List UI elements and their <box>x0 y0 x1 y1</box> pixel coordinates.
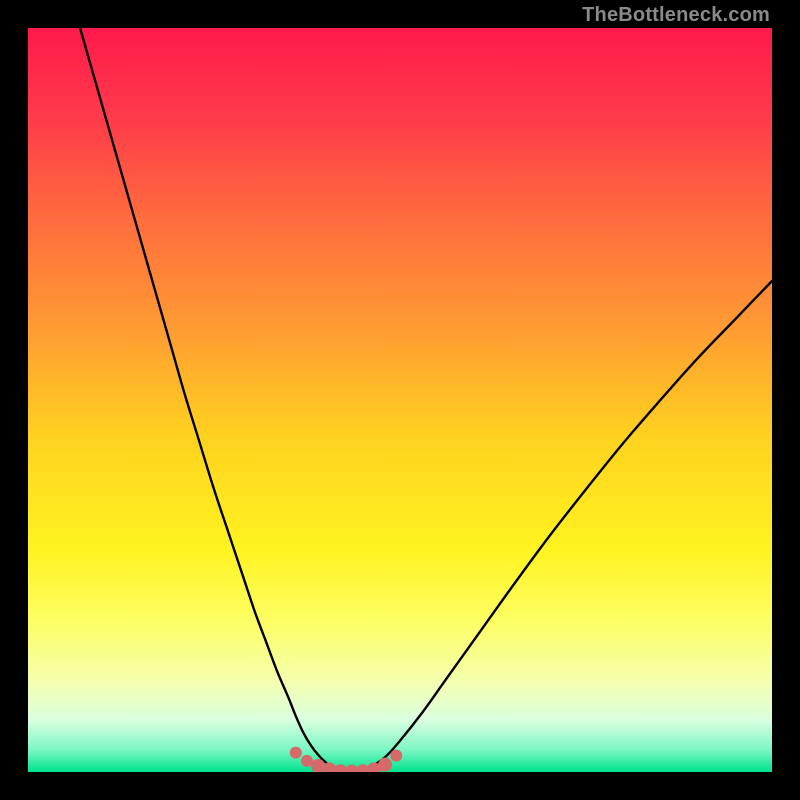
bottleneck-curve <box>80 28 772 772</box>
trough-markers <box>290 747 402 772</box>
trough-dot <box>378 758 392 772</box>
trough-dot <box>290 747 302 759</box>
chart-frame: TheBottleneck.com <box>0 0 800 800</box>
plot-area <box>28 28 772 772</box>
trough-dot <box>390 750 402 762</box>
trough-dot <box>301 755 313 767</box>
watermark-text: TheBottleneck.com <box>582 4 770 27</box>
curve-layer <box>28 28 772 772</box>
